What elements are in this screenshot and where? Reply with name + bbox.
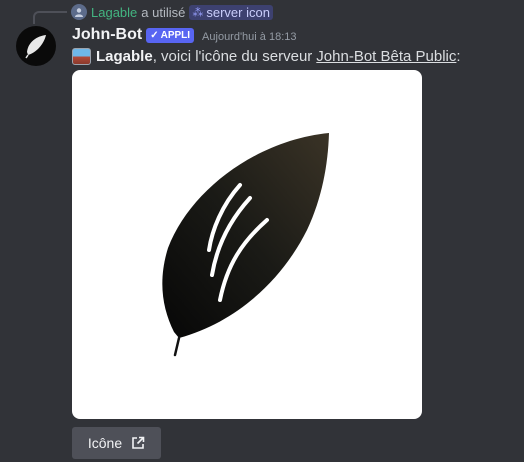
user-mention: Lagable	[96, 48, 153, 65]
icon-link-label: Icône	[87, 435, 123, 451]
message-header: John-Bot ✓ APPLI Aujourd'hui à 18:13	[72, 26, 297, 44]
command-mention[interactable]: ⁂ server icon	[189, 4, 273, 20]
check-icon: ✓	[150, 30, 159, 41]
user-icon	[75, 8, 83, 17]
reply-action-text: a utilisé	[141, 4, 186, 20]
server-link[interactable]: John-Bot Bêta Public	[316, 48, 456, 65]
icon-link-button[interactable]: Icône	[72, 427, 161, 459]
picture-emoji-icon	[72, 48, 91, 65]
reply-username[interactable]: Lagable	[91, 5, 137, 20]
feather-image	[162, 133, 329, 357]
message-content: Lagable , voici l'icône du serveur John-…	[72, 48, 461, 65]
message-timestamp[interactable]: Aujourd'hui à 18:13	[202, 31, 296, 43]
app-badge-label: APPLI	[160, 30, 191, 41]
author-name[interactable]: John-Bot	[72, 26, 142, 44]
message-text-end: :	[456, 48, 461, 65]
bot-avatar[interactable]	[16, 26, 56, 66]
reply-connector	[33, 11, 67, 24]
message-text: , voici l'icône du serveur	[152, 48, 313, 65]
app-badge: ✓ APPLI	[146, 28, 195, 43]
feather-icon	[25, 35, 46, 59]
reply-context[interactable]: Lagable a utilisé ⁂ server icon	[71, 3, 273, 21]
command-name: server icon	[206, 4, 270, 20]
slash-command-icon: ⁂	[192, 6, 204, 19]
external-link-icon	[131, 436, 145, 450]
server-icon-image[interactable]	[72, 70, 422, 419]
reply-avatar[interactable]	[71, 4, 87, 20]
